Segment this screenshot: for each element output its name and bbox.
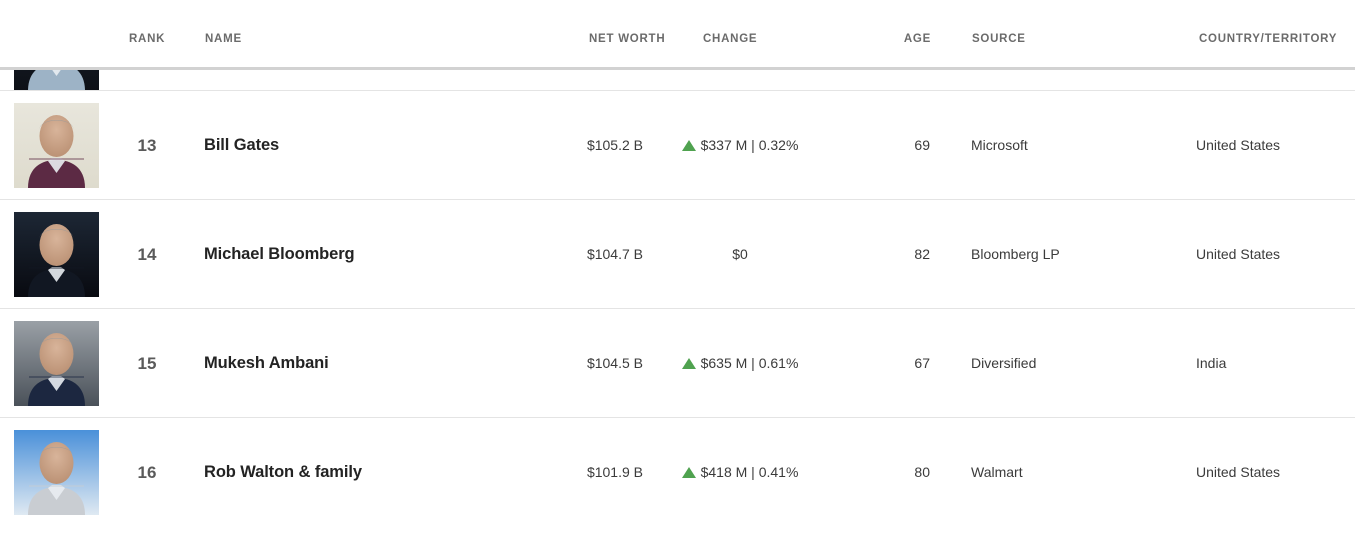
column-header-name[interactable]: NAME	[205, 33, 242, 45]
billionaires-list-page: RANK NAME NET WORTH CHANGE AGE SOURCE CO…	[0, 0, 1367, 545]
column-header-change[interactable]: CHANGE	[703, 33, 757, 45]
column-header-country[interactable]: COUNTRY/TERRITORY	[1199, 33, 1337, 45]
cell-age: 80	[914, 464, 930, 480]
billionaires-table-body: 13 Bill Gates $105.2 B $337 M | 0.32% 69…	[0, 70, 1355, 528]
column-header-net-worth[interactable]: NET WORTH	[589, 33, 665, 45]
cell-net-worth: $104.5 B	[586, 355, 643, 371]
cell-name[interactable]: Bill Gates	[204, 91, 279, 200]
cell-age: 67	[914, 355, 930, 371]
mukesh-ambani-portrait[interactable]	[14, 321, 99, 406]
billionaire-portrait[interactable]	[14, 70, 99, 90]
change-up-triangle-icon	[681, 467, 696, 478]
cell-rank: 16	[137, 463, 157, 482]
cell-country: United States	[1196, 246, 1281, 262]
cell-net-worth: $101.9 B	[586, 464, 643, 480]
cell-rank: 14	[137, 245, 157, 264]
column-header-rank[interactable]: RANK	[129, 33, 165, 45]
cell-change: $337 M | 0.32%	[660, 91, 820, 200]
cell-change: $635 M | 0.61%	[660, 309, 820, 418]
table-row[interactable]: 16 Rob Walton & family $101.9 B $418 M |…	[0, 418, 1355, 528]
cell-rank: 13	[137, 136, 157, 155]
michael-bloomberg-portrait[interactable]	[14, 212, 99, 297]
cell-source: Walmart	[971, 464, 1023, 480]
cell-country: United States	[1196, 137, 1281, 153]
cell-country: United States	[1196, 464, 1281, 480]
cell-source: Diversified	[971, 355, 1037, 371]
table-row[interactable]: 13 Bill Gates $105.2 B $337 M | 0.32% 69…	[0, 91, 1355, 200]
change-up-triangle-icon	[681, 358, 696, 369]
column-header-source[interactable]: SOURCE	[972, 33, 1026, 45]
cell-age: 69	[914, 137, 930, 153]
cell-rank: 15	[137, 354, 157, 373]
cell-name[interactable]: Michael Bloomberg	[204, 200, 355, 309]
cell-source: Bloomberg LP	[971, 246, 1060, 262]
cell-change: $418 M | 0.41%	[660, 418, 820, 527]
rob-walton-portrait[interactable]	[14, 430, 99, 515]
table-row[interactable]: 14 Michael Bloomberg $104.7 B $0 82 Bloo…	[0, 200, 1355, 309]
cell-age: 82	[914, 246, 930, 262]
cell-country: India	[1196, 355, 1227, 371]
cell-net-worth: $104.7 B	[586, 246, 643, 262]
table-header: RANK NAME NET WORTH CHANGE AGE SOURCE CO…	[0, 0, 1355, 70]
table-row[interactable]: 15 Mukesh Ambani $104.5 B $635 M | 0.61%…	[0, 309, 1355, 418]
cell-net-worth: $105.2 B	[586, 137, 643, 153]
cell-change: $0	[732, 246, 748, 262]
cell-source: Microsoft	[971, 137, 1028, 153]
change-up-triangle-icon	[681, 140, 696, 151]
column-header-age[interactable]: AGE	[895, 33, 931, 45]
cell-name[interactable]: Rob Walton & family	[204, 418, 362, 527]
bill-gates-portrait[interactable]	[14, 103, 99, 188]
cell-name[interactable]: Mukesh Ambani	[204, 309, 329, 418]
table-row[interactable]	[0, 70, 1355, 91]
